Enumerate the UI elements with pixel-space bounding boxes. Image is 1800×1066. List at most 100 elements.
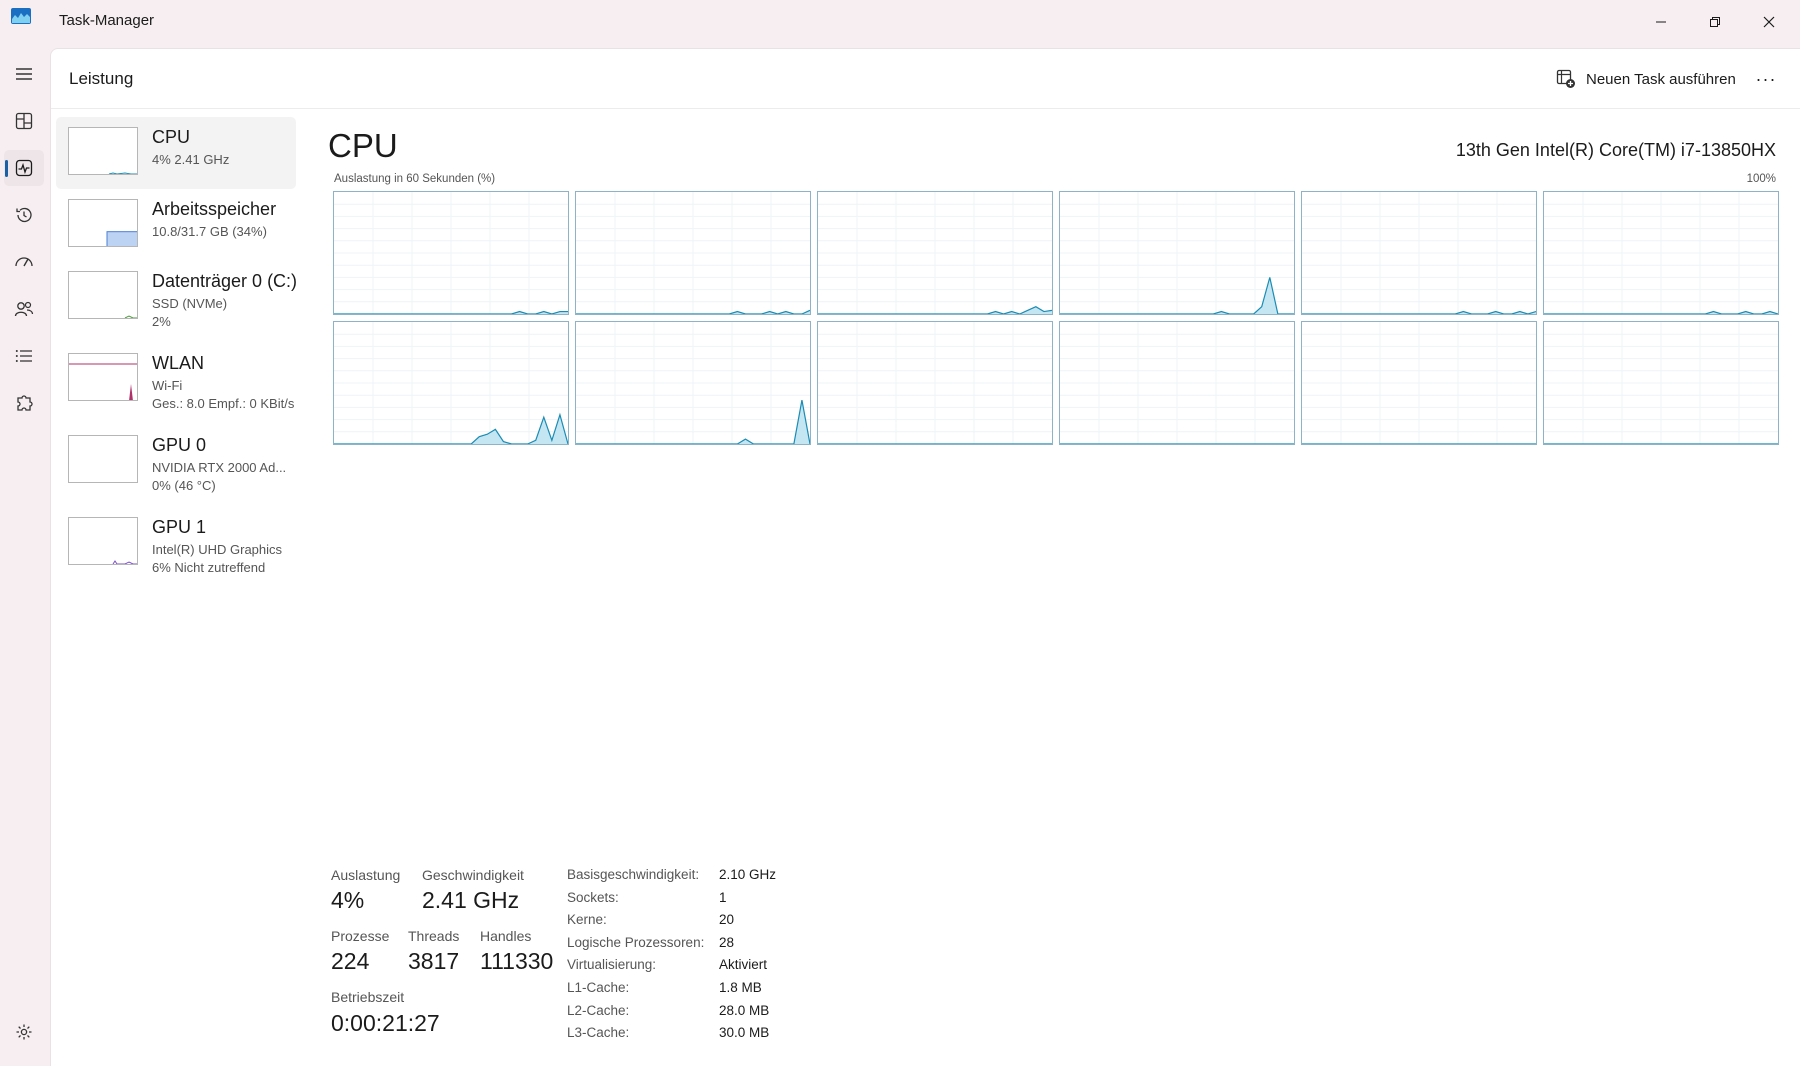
- uptime-value: 0:00:21:27: [331, 1010, 440, 1036]
- core-graph: [333, 321, 569, 445]
- resource-detail: Wi-Fi: [152, 378, 183, 393]
- title-bar: Task-Manager: [0, 0, 1800, 48]
- gpu0-thumbnail-graph: [68, 435, 138, 483]
- core-graph: [1543, 321, 1779, 445]
- new-task-label: Neuen Task ausführen: [1586, 70, 1736, 88]
- spec-label: L1-Cache:: [567, 980, 630, 995]
- uptime-label: Betriebszeit: [331, 989, 405, 1005]
- nav-details[interactable]: [4, 338, 44, 374]
- processes-label: Prozesse: [331, 928, 390, 944]
- nav-processes[interactable]: [4, 103, 44, 139]
- spec-value: 2.10 GHz: [719, 867, 777, 882]
- spec-label: Kerne:: [567, 912, 607, 928]
- spec-value: 20: [719, 912, 735, 928]
- more-options-button[interactable]: ···: [1751, 66, 1781, 92]
- threads-label: Threads: [408, 928, 460, 944]
- page-title: Leistung: [69, 69, 134, 88]
- new-task-icon: [1556, 69, 1575, 88]
- core-graph: [1059, 321, 1295, 445]
- resource-detail-2: 0% (46 °C): [152, 478, 216, 493]
- utilization-label: Auslastung: [331, 867, 401, 883]
- resource-name: Datenträger 0 (C:): [152, 271, 298, 291]
- spec-value: Aktiviert: [719, 957, 768, 973]
- resource-detail: 10.8/31.7 GB (34%): [152, 224, 267, 239]
- nav-settings[interactable]: [4, 1014, 44, 1050]
- resource-disk[interactable]: Datenträger 0 (C:) SSD (NVMe) 2%: [56, 261, 298, 333]
- spec-value: 1: [719, 889, 727, 905]
- memory-thumbnail-graph: [68, 199, 138, 247]
- core-graph: [575, 191, 811, 315]
- nav-rail: [0, 48, 50, 1066]
- resource-name: GPU 1: [152, 517, 207, 537]
- spec-label: Logische Prozessoren:: [567, 934, 705, 950]
- utilization-value: 4%: [331, 887, 365, 913]
- speedometer-icon: [15, 257, 33, 267]
- nav-performance[interactable]: [4, 150, 44, 186]
- processes-icon: [15, 112, 33, 130]
- active-indicator: [5, 160, 8, 177]
- handles-value: 111330: [480, 948, 554, 974]
- hamburger-menu-button[interactable]: [4, 56, 44, 92]
- core-graph: [817, 321, 1053, 445]
- memory-usage-fill: [106, 231, 137, 246]
- users-icon: [14, 301, 34, 317]
- threads-value: 3817: [408, 948, 460, 974]
- resource-detail: Intel(R) UHD Graphics: [152, 542, 283, 557]
- restore-button[interactable]: [1688, 0, 1742, 44]
- graph-max-label: 100%: [1746, 173, 1776, 185]
- performance-icon: [15, 159, 33, 177]
- gpu1-thumbnail-graph: [68, 517, 138, 565]
- core-graph: [1301, 191, 1537, 315]
- resource-name: Arbeitsspeicher: [152, 199, 277, 219]
- core-graph: [1543, 191, 1779, 315]
- core-graph: [817, 191, 1053, 315]
- handles-label: Handles: [480, 928, 532, 944]
- resource-gpu1[interactable]: GPU 1 Intel(R) UHD Graphics 6% Nicht zut…: [56, 507, 296, 579]
- wlan-thumbnail-graph: [68, 353, 138, 401]
- resource-memory[interactable]: Arbeitsspeicher 10.8/31.7 GB (34%): [56, 189, 296, 261]
- processes-value: 224: [331, 948, 370, 974]
- resource-cpu[interactable]: CPU 4% 2.41 GHz: [56, 117, 296, 189]
- core-graph: [1301, 321, 1537, 445]
- resource-wlan[interactable]: WLAN Wi-Fi Ges.: 8.0 Empf.: 0 KBit/s: [56, 343, 296, 415]
- new-task-button[interactable]: Neuen Task ausführen: [1556, 67, 1736, 91]
- resource-detail-2: Ges.: 8.0 Empf.: 0 KBit/s: [152, 396, 295, 411]
- resource-detail-2: 6% Nicht zutreffend: [152, 560, 266, 575]
- spec-label: Virtualisierung:: [567, 957, 657, 973]
- core-graph: [333, 191, 569, 315]
- nav-services[interactable]: [4, 385, 44, 421]
- resource-detail: NVIDIA RTX 2000 Ad...: [152, 460, 287, 475]
- resource-name: CPU: [152, 127, 191, 147]
- list-icon: [15, 350, 32, 362]
- disk-thumbnail-graph: [68, 271, 138, 319]
- spec-value: 1.8 MB: [719, 980, 762, 995]
- task-manager-logo-icon: [11, 8, 31, 24]
- resource-detail: 4% 2.41 GHz: [152, 152, 230, 167]
- spec-value: 28.0 MB: [719, 1002, 770, 1018]
- graph-caption: Auslastung in 60 Sekunden (%): [334, 173, 496, 185]
- spec-value: 30.0 MB: [719, 1025, 770, 1041]
- minimize-icon: [1656, 21, 1666, 23]
- puzzle-icon: [17, 395, 33, 411]
- restore-icon: [1710, 17, 1720, 27]
- nav-app-history[interactable]: [4, 197, 44, 233]
- speed-value: 2.41 GHz: [422, 887, 520, 913]
- close-icon: [1763, 16, 1775, 28]
- cpu-thumbnail-graph: [68, 127, 138, 175]
- nav-users[interactable]: [4, 291, 44, 327]
- spec-label: L2-Cache:: [567, 1002, 630, 1018]
- close-button[interactable]: [1742, 0, 1796, 44]
- resource-name: WLAN: [152, 353, 205, 373]
- cpu-heading: CPU: [328, 127, 398, 164]
- nav-startup-apps[interactable]: [4, 244, 44, 280]
- resource-gpu0[interactable]: GPU 0 NVIDIA RTX 2000 Ad... 0% (46 °C): [56, 425, 296, 497]
- spec-label: L3-Cache:: [567, 1025, 630, 1041]
- speed-label: Geschwindigkeit: [422, 867, 524, 883]
- resource-name: GPU 0: [152, 435, 207, 455]
- resource-detail: SSD (NVMe): [152, 296, 228, 311]
- core-graph: [575, 321, 811, 445]
- core-graph: [1059, 191, 1295, 315]
- hamburger-icon: [16, 68, 32, 80]
- minimize-button[interactable]: [1634, 0, 1688, 44]
- spec-label: Basisgeschwindigkeit:: [567, 867, 700, 882]
